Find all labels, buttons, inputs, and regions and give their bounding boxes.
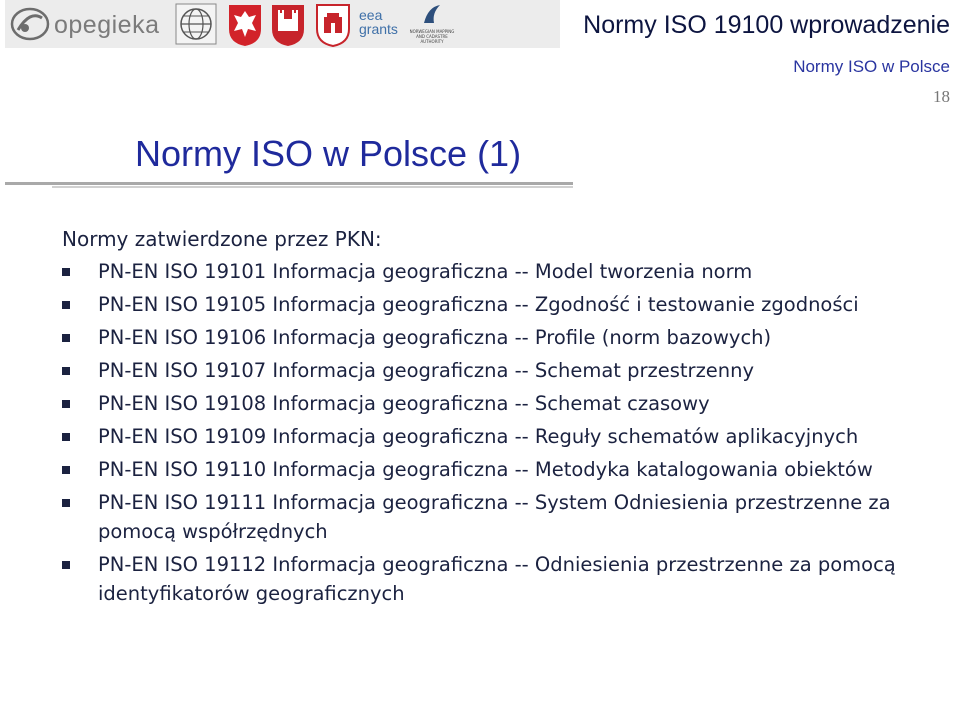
globe-emblem-icon: [175, 3, 217, 45]
list-item-text: PN-EN ISO 19109 Informacja geograficzna …: [98, 425, 859, 448]
square-bullet-icon: [62, 499, 70, 507]
intro-text: Normy zatwierdzone przez PKN:: [62, 227, 382, 251]
presentation-title: Normy ISO 19100 wprowadzenie: [583, 11, 950, 39]
list-item-text: PN-EN ISO 19111 Informacja geograficzna …: [98, 491, 891, 543]
list-item: PN-EN ISO 19108 Informacja geograficzna …: [62, 389, 942, 418]
square-bullet-icon: [62, 334, 70, 342]
title-underline-shadow: [52, 186, 573, 188]
list-item: PN-EN ISO 19107 Informacja geograficzna …: [62, 356, 942, 385]
list-item-text: PN-EN ISO 19105 Informacja geograficzna …: [98, 293, 859, 316]
city-coat-of-arms-icon: [272, 5, 304, 46]
list-item-text: PN-EN ISO 19110 Informacja geograficzna …: [98, 458, 873, 481]
eea-logo-line1: eea: [359, 7, 383, 23]
nmca-caption: NORWEGIAN MAPPING AND CADASTRE AUTHORITY: [409, 29, 455, 44]
square-bullet-icon: [62, 400, 70, 408]
standards-list: PN-EN ISO 19101 Informacja geograficzna …: [62, 257, 942, 612]
opegieka-badge-icon: [10, 7, 50, 41]
norwegian-mapping-authority-logo: NORWEGIAN MAPPING AND CADASTRE AUTHORITY: [407, 3, 457, 45]
header-band: opegieka eea grants NORWEGIAN MAPPING AN…: [0, 0, 960, 50]
square-bullet-icon: [62, 433, 70, 441]
list-item: PN-EN ISO 19101 Informacja geograficzna …: [62, 257, 942, 286]
square-bullet-icon: [62, 367, 70, 375]
slide-title: Normy ISO w Polsce (1): [135, 133, 522, 174]
eea-logo-line2: grants: [359, 21, 398, 37]
list-item: PN-EN ISO 19112 Informacja geograficzna …: [62, 550, 942, 608]
list-item: PN-EN ISO 19109 Informacja geograficzna …: [62, 422, 942, 451]
title-underline: [5, 182, 573, 185]
list-item-text: PN-EN ISO 19112 Informacja geograficzna …: [98, 553, 896, 605]
list-item-text: PN-EN ISO 19101 Informacja geograficzna …: [98, 260, 753, 283]
square-bullet-icon: [62, 268, 70, 276]
list-item-text: PN-EN ISO 19108 Informacja geograficzna …: [98, 392, 710, 415]
list-item: PN-EN ISO 19110 Informacja geograficzna …: [62, 455, 942, 484]
region-coat-of-arms-icon: [316, 4, 350, 47]
opegieka-logo: opegieka: [8, 3, 178, 45]
nmca-wave-icon: [424, 5, 440, 23]
square-bullet-icon: [62, 301, 70, 309]
section-subtitle: Normy ISO w Polsce: [793, 57, 950, 76]
square-bullet-icon: [62, 466, 70, 474]
list-item: PN-EN ISO 19111 Informacja geograficzna …: [62, 488, 942, 546]
square-bullet-icon: [62, 561, 70, 569]
list-item: PN-EN ISO 19106 Informacja geograficzna …: [62, 323, 942, 352]
page-number: 18: [933, 87, 950, 106]
polish-eagle-emblem-icon: [229, 5, 261, 46]
list-item-text: PN-EN ISO 19107 Informacja geograficzna …: [98, 359, 755, 382]
logo-strip: opegieka eea grants NORWEGIAN MAPPING AN…: [5, 0, 560, 48]
list-item-text: PN-EN ISO 19106 Informacja geograficzna …: [98, 326, 772, 349]
eea-grants-logo: eea grants: [357, 6, 405, 42]
list-item: PN-EN ISO 19105 Informacja geograficzna …: [62, 290, 942, 319]
opegieka-logo-text: opegieka: [54, 11, 160, 39]
